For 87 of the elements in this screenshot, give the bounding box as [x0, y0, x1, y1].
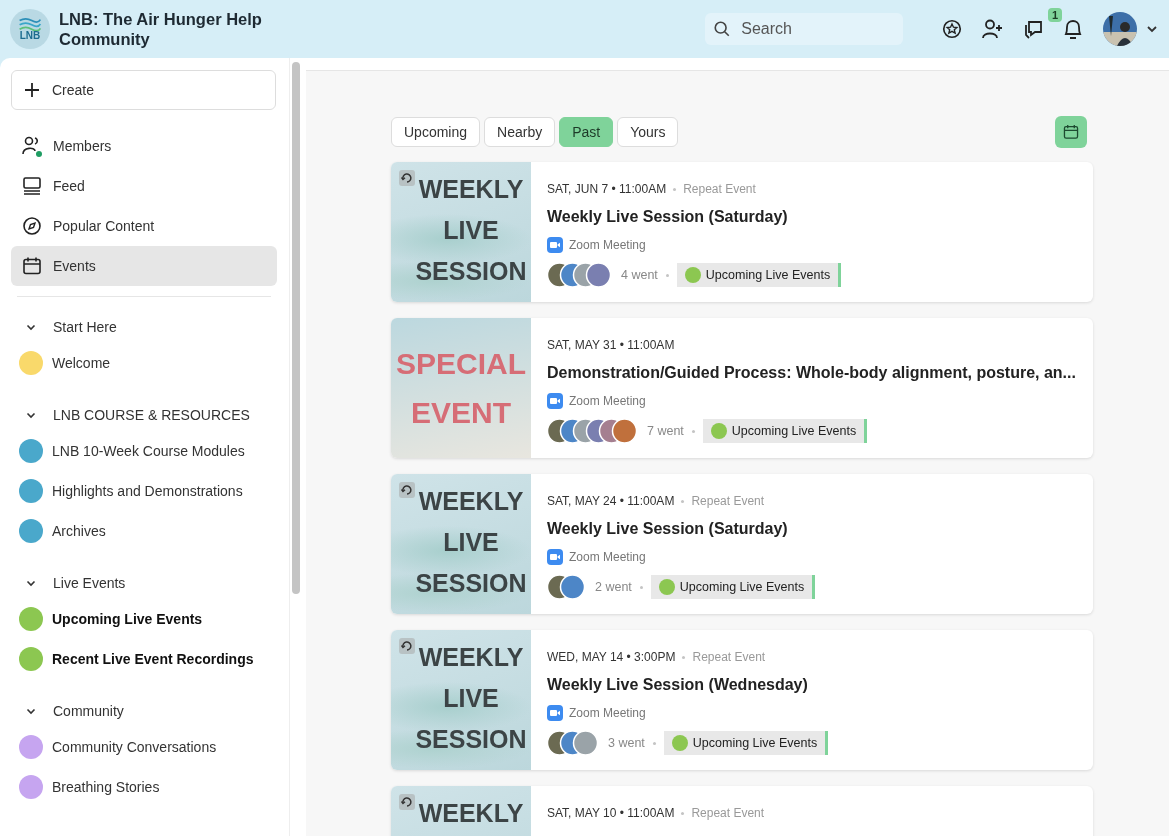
space-tag[interactable]: Upcoming Live Events: [650, 575, 816, 599]
calendar-icon: [21, 255, 43, 277]
search-input[interactable]: Search: [739, 19, 884, 39]
search-bar[interactable]: Search: [705, 13, 903, 45]
banner-text: WEEKLY: [418, 642, 524, 673]
section-header[interactable]: LNB COURSE & RESOURCES: [11, 399, 277, 431]
filter-tab[interactable]: Nearby: [484, 117, 556, 147]
space-tag[interactable]: Upcoming Live Events: [676, 263, 842, 287]
calendar-icon: [1062, 123, 1080, 141]
community-title[interactable]: LNB: The Air Hunger Help Community: [59, 9, 309, 49]
video-camera-icon: [547, 705, 563, 721]
banner-text: WEEKLY: [418, 798, 524, 829]
event-card[interactable]: SPECIAL EVENT SAT, MAY 31 • 11:00AM Demonstration/Guided Process: Whole-body alignment, posture, an... Zoom Meeting 7 went Upcoming Live Events: [391, 318, 1093, 458]
filter-tab[interactable]: Past: [559, 117, 614, 147]
calendar-view-button[interactable]: [1055, 116, 1087, 148]
banner-text: WEEKLY: [418, 486, 524, 517]
event-date: SAT, MAY 24 • 11:00AM: [547, 494, 675, 508]
event-date: SAT, MAY 10 • 11:00AM: [547, 806, 675, 820]
attendee-count[interactable]: 7 went: [647, 424, 684, 438]
community-logo[interactable]: LNB: [10, 9, 50, 49]
channel-item[interactable]: Archives: [11, 511, 277, 551]
filter-tab[interactable]: Upcoming: [391, 117, 481, 147]
feed-icon: [21, 175, 43, 197]
attendee-avatars[interactable]: [547, 730, 598, 756]
section-header[interactable]: Community: [11, 695, 277, 727]
space-tag[interactable]: Upcoming Live Events: [663, 731, 829, 755]
event-date: SAT, JUN 7 • 11:00AM: [547, 182, 667, 196]
banner-text: SESSION: [415, 724, 527, 755]
channel-item[interactable]: Highlights and Demonstrations: [11, 471, 277, 511]
nav-item[interactable]: Popular Content: [11, 206, 277, 246]
nav-item[interactable]: Members: [11, 126, 277, 166]
attendee-avatars[interactable]: [547, 262, 611, 288]
banner-text: SESSION: [415, 256, 527, 287]
video-camera-icon: [547, 393, 563, 409]
plus-icon: [24, 82, 40, 98]
banner-text: EVENT: [411, 394, 511, 431]
banner-text: LIVE: [443, 683, 499, 714]
create-button[interactable]: Create: [11, 70, 276, 110]
event-card[interactable]: WEEKLY LIVE SESSION SAT, MAY 24 • 11:00AM Repeat Event Weekly Live Session (Saturday) Zoom Meeting 2 went Upcoming Live Events: [391, 474, 1093, 614]
nav-item[interactable]: Events: [11, 246, 277, 286]
banner-text: LIVE: [443, 527, 499, 558]
star-badge-icon[interactable]: [941, 18, 963, 40]
repeat-label: Repeat Event: [691, 806, 765, 820]
notification-count: 1: [1048, 8, 1063, 22]
event-card[interactable]: WEEKLY LIVE SESSION SAT, JUN 7 • 11:00AM Repeat Event Weekly Live Session (Saturday) Zoom Meeting 4 went Upcoming Live Events: [391, 162, 1093, 302]
attendee-avatars[interactable]: [547, 418, 637, 444]
space-tag[interactable]: Upcoming Live Events: [702, 419, 868, 443]
attendee-count[interactable]: 2 went: [595, 580, 632, 594]
event-card[interactable]: WEEKLY SAT, MAY 10 • 11:00AM Repeat Event: [391, 786, 1093, 836]
event-card[interactable]: WEEKLY LIVE SESSION WED, MAY 14 • 3:00PM Repeat Event Weekly Live Session (Wednesday) Zoom Meeting 3 went Upcoming Live Events: [391, 630, 1093, 770]
attendee-count[interactable]: 4 went: [621, 268, 658, 282]
channel-item[interactable]: Welcome: [11, 343, 277, 383]
video-camera-icon: [547, 237, 563, 253]
event-location: Zoom Meeting: [569, 706, 646, 720]
event-date: WED, MAY 14 • 3:00PM: [547, 650, 676, 664]
event-title[interactable]: Demonstration/Guided Process: Whole-body alignment, posture, an...: [547, 364, 1076, 382]
filter-tab[interactable]: Yours: [617, 117, 679, 147]
repeat-label: Repeat Event: [691, 494, 765, 508]
repeat-label: Repeat Event: [683, 182, 756, 196]
banner-text: SESSION: [415, 568, 527, 599]
attendee-count[interactable]: 3 went: [608, 736, 645, 750]
event-location: Zoom Meeting: [569, 394, 646, 408]
banner-text: SPECIAL: [396, 345, 526, 382]
event-location: Zoom Meeting: [569, 238, 646, 252]
banner-text: LIVE: [443, 215, 499, 246]
channel-item[interactable]: Breathing Stories: [11, 767, 277, 807]
compass-icon: [21, 215, 43, 237]
channel-item[interactable]: Upcoming Live Events: [11, 599, 277, 639]
channel-item[interactable]: Recent Live Event Recordings: [11, 639, 277, 679]
notification-bell-icon[interactable]: [1062, 17, 1084, 41]
section-header[interactable]: Live Events: [11, 567, 277, 599]
add-member-icon[interactable]: [980, 17, 1004, 41]
channel-item[interactable]: Community Conversations: [11, 727, 277, 767]
event-title[interactable]: Weekly Live Session (Saturday): [547, 520, 816, 538]
channel-item[interactable]: LNB 10-Week Course Modules: [11, 431, 277, 471]
event-location: Zoom Meeting: [569, 550, 646, 564]
event-title[interactable]: Weekly Live Session (Wednesday): [547, 676, 829, 694]
search-icon: [713, 20, 732, 38]
section-header[interactable]: Start Here: [11, 311, 277, 343]
scrollbar[interactable]: [292, 62, 300, 594]
attendee-avatars[interactable]: [547, 574, 585, 600]
event-title[interactable]: Weekly Live Session (Saturday): [547, 208, 842, 226]
repeat-label: Repeat Event: [692, 650, 766, 664]
banner-text: WEEKLY: [418, 174, 524, 205]
video-camera-icon: [547, 549, 563, 565]
event-date: SAT, MAY 31 • 11:00AM: [547, 338, 675, 352]
nav-item[interactable]: Feed: [11, 166, 277, 206]
